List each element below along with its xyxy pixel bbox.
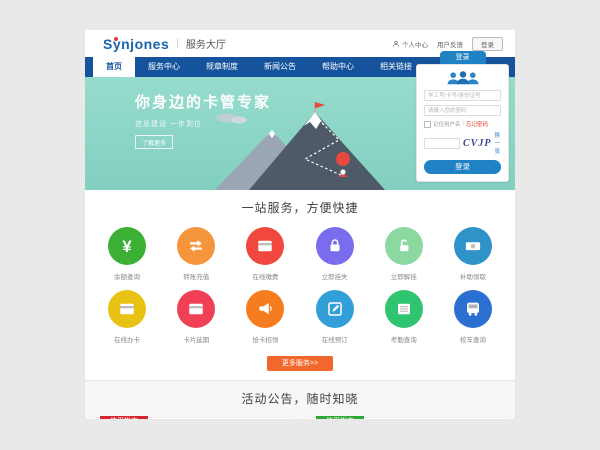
- service-item-apply-card[interactable]: 在线办卡: [96, 290, 158, 344]
- nav-item-rules[interactable]: 规章制度: [193, 57, 251, 77]
- users-icon: [424, 71, 501, 85]
- password-input[interactable]: [424, 105, 501, 116]
- personal-center-link[interactable]: 个人中心: [392, 39, 428, 49]
- more-link[interactable]: 更多>>: [482, 418, 501, 419]
- screenshot-canvas: Synjones | 服务大厅 个人中心 用户反馈 登录 首页 服务中心 规章制…: [0, 0, 600, 450]
- service-label: 立即解挂: [373, 271, 435, 281]
- service-item-report-loss[interactable]: 立即挂失: [304, 227, 366, 281]
- person-icon: [392, 40, 400, 48]
- login-form: 记住用户名 | 忘记密码 CVJP 换一张 登录: [416, 64, 509, 182]
- service-item-subsidy[interactable]: 补助领取: [442, 227, 504, 281]
- more-link[interactable]: 更多>>: [266, 418, 285, 419]
- header-login-button[interactable]: 登录: [472, 37, 503, 51]
- website-page: Synjones | 服务大厅 个人中心 用户反馈 登录 首页 服务中心 规章制…: [85, 30, 515, 419]
- forgot-password-link[interactable]: 忘记密码: [466, 120, 488, 128]
- bank-card-icon[interactable]: [246, 227, 284, 265]
- service-item-found-card[interactable]: 拾卡招领: [234, 290, 296, 344]
- service-label: 补助领取: [442, 271, 504, 281]
- service-label: 余额查询: [96, 271, 158, 281]
- guide-panel-right: 使用指南 更多>>: [307, 417, 509, 419]
- captcha-input[interactable]: [424, 138, 460, 149]
- nav-item-service-center[interactable]: 服务中心: [135, 57, 193, 77]
- service-item-pay[interactable]: 在线缴费: [234, 227, 296, 281]
- logo-text: Synjones: [103, 36, 169, 52]
- bus-icon[interactable]: [454, 290, 492, 328]
- service-label: 考勤查询: [373, 334, 435, 344]
- divider: |: [463, 121, 464, 127]
- logo-dot-icon: [114, 37, 118, 41]
- mountain-illustration: [197, 102, 402, 190]
- hero-banner: 你身边的卡管专家 信息建设 一步到位 了解更多 登录: [85, 77, 515, 190]
- service-label: 转账充值: [165, 271, 227, 281]
- announcements-title: 活动公告，随时知晓: [85, 390, 515, 407]
- hero-more-button[interactable]: 了解更多: [135, 135, 173, 149]
- service-item-transfer[interactable]: 转账充值: [165, 227, 227, 281]
- service-label: 在线预订: [304, 334, 366, 344]
- user-feedback-label: 用户反馈: [437, 39, 463, 49]
- remember-checkbox[interactable]: [424, 121, 431, 128]
- service-item-attendance[interactable]: 考勤查询: [373, 290, 435, 344]
- remember-row: 记住用户名 | 忘记密码: [424, 120, 501, 128]
- nav-item-news[interactable]: 新闻公告: [251, 57, 309, 77]
- service-item-unfreeze[interactable]: 立即解挂: [373, 227, 435, 281]
- yen-icon[interactable]: ¥: [108, 227, 146, 265]
- bank-card-icon[interactable]: [177, 290, 215, 328]
- transfer-icon[interactable]: [177, 227, 215, 265]
- latest-news-tab[interactable]: 最新公告: [166, 418, 194, 419]
- user-feedback-link[interactable]: 用户反馈: [437, 39, 463, 49]
- captcha-refresh-link[interactable]: 换一张: [494, 131, 501, 155]
- service-label: 卡片延期: [165, 334, 227, 344]
- megaphone-icon[interactable]: [246, 290, 284, 328]
- service-label: 拾卡招领: [234, 334, 296, 344]
- announcements-section: 活动公告，随时知晓 使用指南 最新公告 更多>> 使用指南 更多>>: [85, 380, 515, 419]
- header-actions: 个人中心 用户反馈 登录: [392, 37, 503, 51]
- services-section: 一站服务，方便快捷 ¥ 余额查询 转账充值 在线缴费: [85, 190, 515, 371]
- service-item-card-extend[interactable]: 卡片延期: [165, 290, 227, 344]
- bank-card-icon[interactable]: [108, 290, 146, 328]
- nav-item-help[interactable]: 帮助中心: [309, 57, 367, 77]
- services-grid: ¥ 余额查询 转账充值 在线缴费: [96, 227, 504, 353]
- service-item-balance[interactable]: ¥ 余额查询: [96, 227, 158, 281]
- site-title: 服务大厅: [186, 36, 226, 51]
- divider: |: [176, 38, 179, 49]
- more-services-button[interactable]: 更多服务>>: [267, 356, 333, 371]
- service-label: 在线办卡: [96, 334, 158, 344]
- login-submit-button[interactable]: 登录: [424, 160, 501, 174]
- account-input[interactable]: [424, 90, 501, 101]
- attendance-list-icon[interactable]: [385, 290, 423, 328]
- services-title: 一站服务，方便快捷: [85, 199, 515, 216]
- guide-ribbon-green[interactable]: 使用指南: [316, 416, 364, 419]
- service-label: 在线缴费: [234, 271, 296, 281]
- login-tab[interactable]: 登录: [440, 51, 486, 64]
- service-label: 校车查询: [442, 334, 504, 344]
- service-item-booking[interactable]: 在线预订: [304, 290, 366, 344]
- banknote-icon[interactable]: [454, 227, 492, 265]
- guide-ribbon-red[interactable]: 使用指南: [100, 416, 148, 419]
- announcement-panels: 使用指南 最新公告 更多>> 使用指南 更多>>: [85, 417, 515, 419]
- edit-icon[interactable]: [316, 290, 354, 328]
- personal-center-label: 个人中心: [402, 39, 428, 49]
- remember-label: 记住用户名: [433, 120, 461, 128]
- nav-item-home[interactable]: 首页: [93, 57, 135, 77]
- captcha-image[interactable]: CVJP: [463, 138, 491, 149]
- service-item-school-bus[interactable]: 校车查询: [442, 290, 504, 344]
- captcha-row: CVJP 换一张: [424, 131, 501, 155]
- guide-panel-left: 使用指南 最新公告 更多>>: [91, 417, 293, 419]
- service-label: 立即挂失: [304, 271, 366, 281]
- unlock-icon[interactable]: [385, 227, 423, 265]
- logo[interactable]: Synjones: [103, 36, 169, 52]
- lock-icon[interactable]: [316, 227, 354, 265]
- login-panel: 登录 记住用户名 | 忘记密码: [416, 51, 509, 182]
